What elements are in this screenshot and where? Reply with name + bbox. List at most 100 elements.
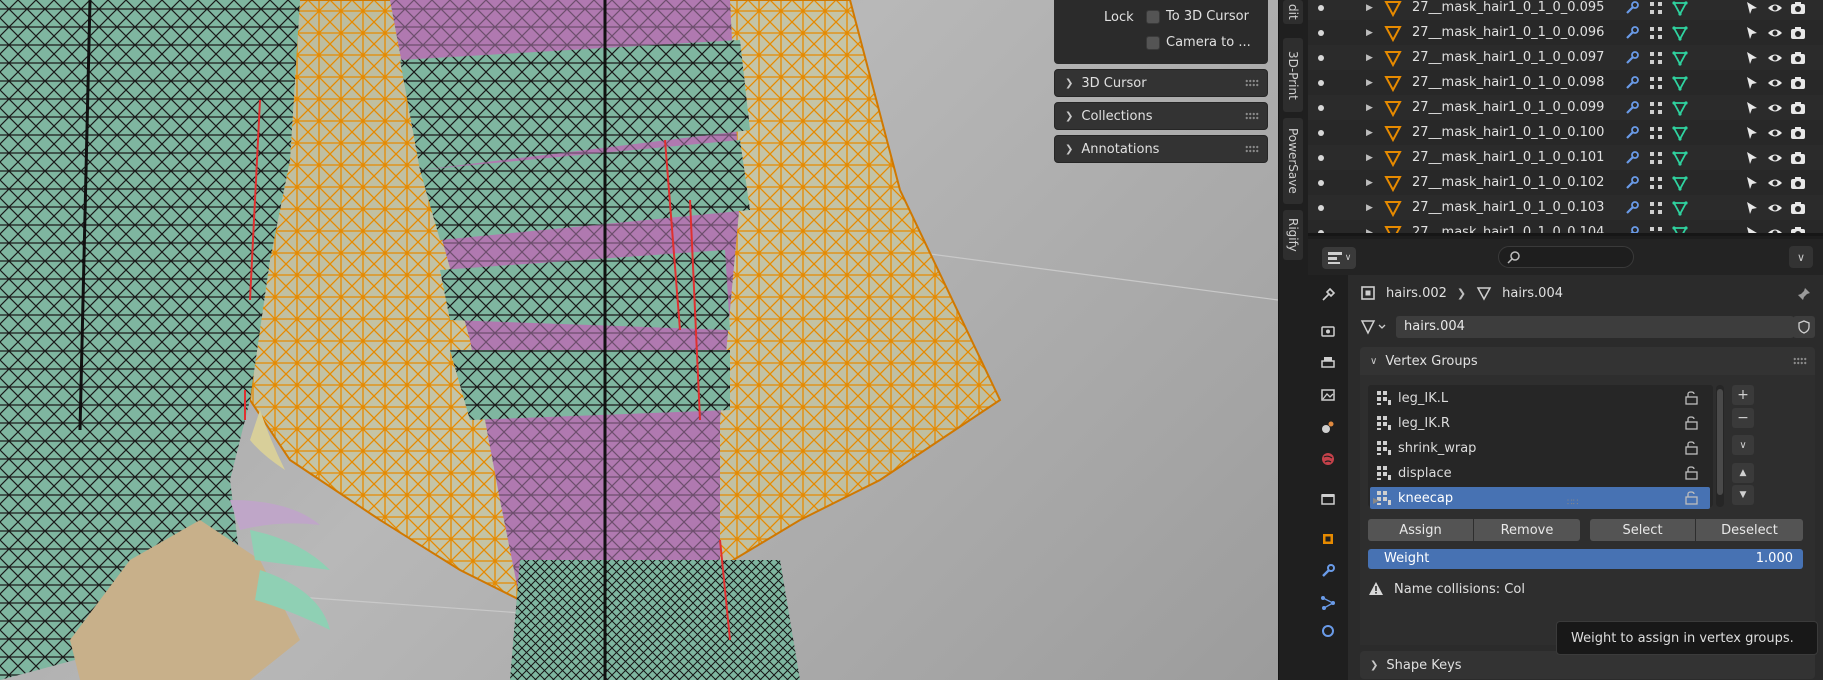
vertex-groups-icon[interactable]	[1648, 125, 1664, 141]
vertex-groups-icon[interactable]	[1648, 150, 1664, 166]
camera-icon[interactable]	[1790, 0, 1806, 16]
remove-button[interactable]: Remove	[1474, 519, 1580, 541]
vertex-group-specials-button[interactable]: ∨	[1732, 435, 1754, 455]
outliner-row[interactable]: ▶ 27__mask_hair1_0_1_0_0.104	[1308, 220, 1823, 237]
mesh-name-field[interactable]: hairs.004	[1396, 316, 1794, 338]
eye-icon[interactable]	[1767, 75, 1783, 91]
expand-arrow-icon[interactable]: ▶	[1366, 203, 1373, 213]
lock-to-3d-cursor-row[interactable]: To 3D Cursor	[1146, 9, 1249, 24]
tab-scene[interactable]	[1316, 415, 1340, 439]
deselect-button[interactable]: Deselect	[1696, 519, 1803, 541]
eye-icon[interactable]	[1767, 0, 1783, 16]
wrench-icon[interactable]	[1624, 175, 1640, 191]
tab-render[interactable]	[1316, 319, 1340, 343]
outliner-row[interactable]: ▶ 27__mask_hair1_0_1_0_0.096	[1308, 20, 1823, 45]
unlocked-icon[interactable]	[1684, 416, 1700, 430]
outliner-row[interactable]: ▶ 27__mask_hair1_0_1_0_0.098	[1308, 70, 1823, 95]
selectable-cursor-icon[interactable]	[1744, 25, 1760, 41]
expand-arrow-icon[interactable]: ▶	[1366, 28, 1373, 38]
wrench-icon[interactable]	[1624, 200, 1640, 216]
eye-icon[interactable]	[1767, 225, 1783, 237]
tab-edit[interactable]: dit	[1283, 0, 1303, 24]
unlocked-icon[interactable]	[1684, 491, 1700, 505]
outliner-row[interactable]: ▶ 27__mask_hair1_0_1_0_0.102	[1308, 170, 1823, 195]
tab-object[interactable]	[1316, 527, 1340, 551]
wrench-icon[interactable]	[1624, 25, 1640, 41]
outliner-row[interactable]: ▶ 27__mask_hair1_0_1_0_0.101	[1308, 145, 1823, 170]
selectable-cursor-icon[interactable]	[1744, 175, 1760, 191]
tab-tool[interactable]	[1316, 283, 1340, 307]
mesh-data-green-icon[interactable]	[1672, 50, 1688, 66]
eye-icon[interactable]	[1767, 175, 1783, 191]
tab-particles[interactable]	[1316, 591, 1340, 615]
add-vertex-group-button[interactable]: +	[1732, 385, 1754, 405]
outliner-row[interactable]: ▶ 27__mask_hair1_0_1_0_0.095	[1308, 0, 1823, 20]
assign-button[interactable]: Assign	[1368, 519, 1474, 541]
selectable-cursor-icon[interactable]	[1744, 75, 1760, 91]
move-down-button[interactable]: ▼	[1732, 485, 1754, 505]
tab-output[interactable]	[1316, 351, 1340, 375]
outliner-row[interactable]: ▶ 27__mask_hair1_0_1_0_0.103	[1308, 195, 1823, 220]
weight-slider[interactable]: Weight 1.000	[1368, 549, 1803, 569]
eye-icon[interactable]	[1767, 125, 1783, 141]
tab-view-layer[interactable]	[1316, 383, 1340, 407]
mesh-data-green-icon[interactable]	[1672, 0, 1688, 16]
outliner-row[interactable]: ▶ 27__mask_hair1_0_1_0_0.100	[1308, 120, 1823, 145]
outliner-row[interactable]: ▶ 27__mask_hair1_0_1_0_0.099	[1308, 95, 1823, 120]
vertex-group-item[interactable]: leg_IK.R	[1370, 412, 1710, 434]
camera-icon[interactable]	[1790, 50, 1806, 66]
vertex-group-item[interactable]: displace	[1370, 462, 1710, 484]
wrench-icon[interactable]	[1624, 125, 1640, 141]
camera-icon[interactable]	[1790, 200, 1806, 216]
wrench-icon[interactable]	[1624, 75, 1640, 91]
3d-viewport[interactable]: Lock To 3D Cursor Camera to ... ❯ 3D Cur…	[0, 0, 1278, 680]
drag-grip-icon[interactable]	[1793, 357, 1807, 365]
drag-grip-icon[interactable]	[1245, 112, 1259, 120]
panel-collections[interactable]: ❯ Collections	[1054, 102, 1268, 130]
camera-icon[interactable]	[1790, 175, 1806, 191]
mesh-data-green-icon[interactable]	[1672, 25, 1688, 41]
vertex-group-list[interactable]: leg_IK.L leg_IK.R shrink_wrap displace kneec…	[1368, 385, 1713, 509]
eye-icon[interactable]	[1767, 50, 1783, 66]
expand-arrow-icon[interactable]: ▶	[1366, 228, 1373, 234]
expand-arrow-icon[interactable]: ▶	[1366, 153, 1373, 163]
selectable-cursor-icon[interactable]	[1744, 100, 1760, 116]
mesh-data-green-icon[interactable]	[1672, 100, 1688, 116]
expand-arrow-icon[interactable]: ▶	[1366, 53, 1373, 63]
eye-icon[interactable]	[1767, 100, 1783, 116]
move-up-button[interactable]: ▲	[1732, 463, 1754, 483]
wrench-icon[interactable]	[1624, 50, 1640, 66]
header-options-chevron[interactable]: ∨	[1789, 246, 1813, 268]
tab-3d-print[interactable]: 3D-Print	[1283, 38, 1303, 112]
vertex-group-item[interactable]: shrink_wrap	[1370, 437, 1710, 459]
lock-to-3d-cursor-checkbox[interactable]	[1146, 9, 1160, 24]
wrench-icon[interactable]	[1624, 100, 1640, 116]
expand-arrow-icon[interactable]: ▶	[1366, 128, 1373, 138]
wrench-icon[interactable]	[1624, 150, 1640, 166]
mesh-data-green-icon[interactable]	[1672, 75, 1688, 91]
drag-grip-icon[interactable]	[1245, 145, 1259, 153]
selectable-cursor-icon[interactable]	[1744, 200, 1760, 216]
vertex-group-list-scrollbar[interactable]	[1716, 385, 1724, 507]
vertex-groups-icon[interactable]	[1648, 100, 1664, 116]
unlocked-icon[interactable]	[1684, 441, 1700, 455]
mesh-data-green-icon[interactable]	[1672, 175, 1688, 191]
tab-world[interactable]	[1316, 447, 1340, 471]
eye-icon[interactable]	[1767, 150, 1783, 166]
vertex-groups-panel-header[interactable]: ∨ Vertex Groups	[1360, 347, 1815, 375]
camera-icon[interactable]	[1790, 125, 1806, 141]
drag-grip-icon[interactable]	[1245, 79, 1259, 87]
tab-collection[interactable]	[1316, 487, 1340, 511]
mesh-data-green-icon[interactable]	[1672, 150, 1688, 166]
vertex-groups-icon[interactable]	[1648, 200, 1664, 216]
expand-arrow-icon[interactable]: ▶	[1366, 3, 1373, 13]
select-button[interactable]: Select	[1590, 519, 1696, 541]
panel-3d-cursor[interactable]: ❯ 3D Cursor	[1054, 69, 1268, 97]
vertex-group-item[interactable]: leg_IK.L	[1370, 387, 1710, 409]
camera-icon[interactable]	[1790, 100, 1806, 116]
vertex-groups-icon[interactable]	[1648, 25, 1664, 41]
vertex-groups-icon[interactable]	[1648, 225, 1664, 237]
outliner-row[interactable]: ▶ 27__mask_hair1_0_1_0_0.097	[1308, 45, 1823, 70]
selectable-cursor-icon[interactable]	[1744, 225, 1760, 237]
camera-icon[interactable]	[1790, 75, 1806, 91]
